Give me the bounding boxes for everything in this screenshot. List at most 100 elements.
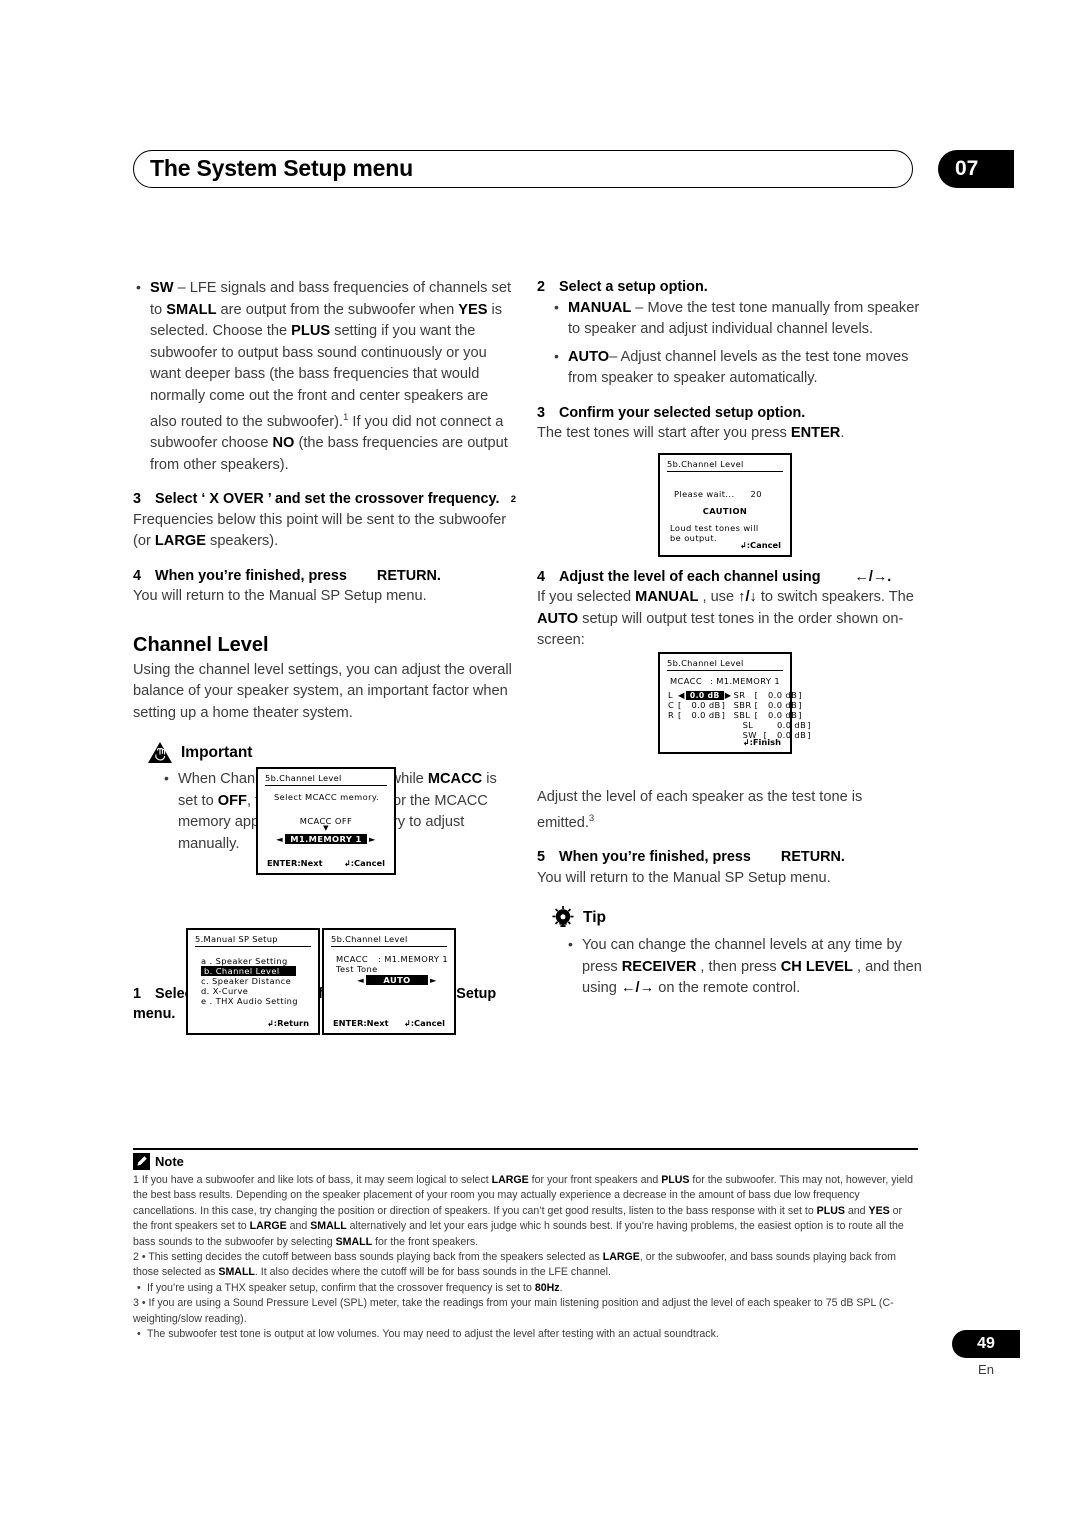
manual-label: MANUAL (568, 299, 632, 316)
return-glyph-icon: ↲ (739, 540, 747, 550)
sw-text-2: are output from the subwoofer when (216, 301, 459, 318)
osd-ch-SBL-value: 0.0 dB (768, 710, 798, 720)
step-3r-body-2: . (840, 425, 845, 441)
left-right-arrow-icon: ←/→. (854, 568, 892, 585)
osd-menu-item-channel-level[interactable]: b. Channel Level (201, 966, 296, 976)
auto-label: AUTO (568, 348, 610, 365)
osd-foot-finish[interactable]: ↲:Finish (743, 737, 781, 747)
osd-please-wait: 5b.Channel Level Please wait... 20 CAUTI… (658, 453, 792, 557)
osd-foot-enter[interactable]: ENTER:Next (333, 1018, 389, 1028)
osd-mcacc-memory-select: 5b.Channel Level Select MCACC memory. MC… (256, 767, 396, 875)
osd-ch-R-value: 0.0 dB (691, 710, 721, 720)
osd-menu-item-thx-audio-setting[interactable]: e . THX Audio Setting (201, 996, 318, 1006)
osd-ch-SR-value: 0.0 dB (768, 690, 798, 700)
osd-wait-text: Please wait... (674, 489, 735, 499)
osd-ch-C-label: C (668, 700, 675, 710)
fn1-seg2: for your front speakers and (528, 1174, 662, 1186)
enter-keyword: ENTER (790, 425, 841, 441)
step-4r-title: Adjust the level of each channel using (559, 568, 821, 585)
tip-callout: Tip You can change the channel levels at… (537, 906, 922, 1000)
step-3-body: Frequencies below this point will be sen… (133, 510, 518, 553)
osd-foot-return[interactable]: ↲:Return (267, 1018, 309, 1028)
fn1-seg1: If you have a subwoofer and like lots of… (141, 1174, 492, 1186)
step-3-number: 3 (133, 491, 142, 508)
footnotes-divider (133, 1148, 918, 1150)
osd-menu-item-x-curve[interactable]: d. X-Curve (201, 986, 318, 996)
step-4-title: When you’re finished, press (155, 567, 347, 584)
step-5-title-end: . (840, 849, 845, 866)
osd-title: 5b.Channel Level (667, 455, 783, 472)
osd-ch-SBR-value: 0.0 dB (768, 700, 798, 710)
fn1-k1: LARGE (491, 1174, 529, 1186)
osd-foot-finish-label: :Finish (749, 737, 781, 747)
footnote-2: 2 • This setting decides the cutoff betw… (133, 1251, 896, 1279)
step-3-title: Select ‘ X OVER ’ and set the crossover … (155, 491, 500, 508)
fn1-k7: SMALL (335, 1235, 373, 1248)
manual-keyword: MANUAL (635, 589, 699, 605)
sw-label: SW (150, 280, 174, 296)
step-4r-body-1: If you selected (537, 589, 636, 605)
osd-ch-L-label: L (668, 690, 674, 700)
auto-option-bullet: AUTO– Adjust channel levels as the test … (551, 346, 922, 390)
osd-foot-return-label: :Return (273, 1018, 309, 1028)
osd-menu-item-speaker-setting[interactable]: a . Speaker Setting (201, 956, 318, 966)
after-levels-text: Adjust the level of each speaker as the … (537, 787, 922, 835)
table-row[interactable]: SBL [ 0.0 dB ] (734, 710, 811, 720)
osd-foot-enter[interactable]: ENTER:Next (267, 858, 323, 868)
osd-title: 5b.Channel Level (667, 654, 783, 671)
right-arrow-icon[interactable]: ► (369, 834, 376, 844)
osd-mcacc-value: : M1.MEMORY 1 (378, 954, 449, 964)
osd-channel-levels: 5b.Channel Level MCACC : M1.MEMORY 1 L ◀… (658, 652, 810, 754)
note-label: Note (155, 1154, 184, 1169)
step-2-heading: 2 Select a setup option. (537, 278, 922, 298)
left-arrow-icon[interactable]: ◄ (276, 834, 283, 844)
table-row[interactable]: SL [ 0.0 dB ] (734, 720, 811, 730)
step-4r-number: 4 (537, 568, 546, 585)
fn2-num: 2 (133, 1251, 139, 1264)
osd-foot-cancel-label: :Cancel (746, 540, 781, 550)
fn2-sub1-seg1: If you’re using a THX speaker setup, con… (147, 1281, 535, 1294)
footnote-ref-3: 3 (588, 813, 595, 824)
osd-ch-SBR-label: SBR (733, 700, 752, 710)
left-arrow-icon[interactable]: ◀ (678, 690, 685, 700)
pencil-icon (133, 1153, 150, 1170)
osd-foot-cancel[interactable]: ↲:Cancel (404, 1018, 445, 1028)
right-arrow-icon[interactable]: ► (430, 975, 437, 985)
table-row[interactable]: L ◀ 0.0 dB ▶ (668, 690, 732, 700)
step-4-heading: 4 When you’re finished, press RETURN. (133, 567, 518, 587)
osd-ch-L-value[interactable]: 0.0 dB (685, 690, 724, 700)
osd-test-tone-value[interactable]: AUTO (366, 975, 428, 985)
step-5-title: When you’re finished, press (559, 849, 751, 866)
return-key: RETURN (780, 849, 841, 866)
fn1-k6: SMALL (310, 1220, 347, 1233)
page-language: En (978, 1362, 994, 1377)
right-arrow-icon[interactable]: ▶ (725, 690, 732, 700)
step-4-number: 4 (133, 567, 142, 584)
step-4r-body-4: setup will output test tones in the orde… (537, 610, 904, 649)
footnote-ref-2: 2 (510, 494, 516, 506)
auto-text: – Adjust channel levels as the test tone… (568, 348, 909, 387)
osd-foot-cancel[interactable]: ↲:Cancel (344, 858, 385, 868)
table-row[interactable]: R [ 0.0 dB ] (668, 710, 732, 720)
page-number-badge: 49 (952, 1330, 1020, 1358)
step-4r-body-2: , use (698, 589, 739, 605)
osd-wait-countdown: 20 (750, 489, 762, 499)
mcacc-keyword: MCACC (427, 771, 483, 788)
page-title: The System Setup menu (150, 155, 413, 181)
osd-title: 5.Manual SP Setup (195, 930, 311, 947)
tip-text-2: , then press (696, 958, 781, 975)
left-arrow-icon[interactable]: ◄ (357, 975, 364, 985)
step-2-number: 2 (537, 279, 546, 295)
after-levels-text-1: Adjust the level of each speaker as the … (537, 788, 863, 831)
table-row[interactable]: SBR [ 0.0 dB ] (734, 700, 811, 710)
table-row[interactable]: SR [ 0.0 dB ] (734, 690, 811, 700)
osd-foot-cancel[interactable]: ↲:Cancel (740, 540, 781, 550)
osd-selected-memory[interactable]: M1.MEMORY 1 (285, 834, 367, 844)
osd-ch-SR-label: SR (733, 690, 746, 700)
table-row[interactable]: C [ 0.0 dB ] (668, 700, 732, 710)
osd-menu-item-speaker-distance[interactable]: c. Speaker Distance (201, 976, 318, 986)
step-4r-body-3: to switch speakers. The (756, 589, 914, 605)
fn2-seg1: This setting decides the cutoff between … (148, 1251, 603, 1264)
step-5-heading: 5 When you’re finished, press RETURN. (537, 848, 922, 868)
step-5-number: 5 (537, 849, 546, 866)
